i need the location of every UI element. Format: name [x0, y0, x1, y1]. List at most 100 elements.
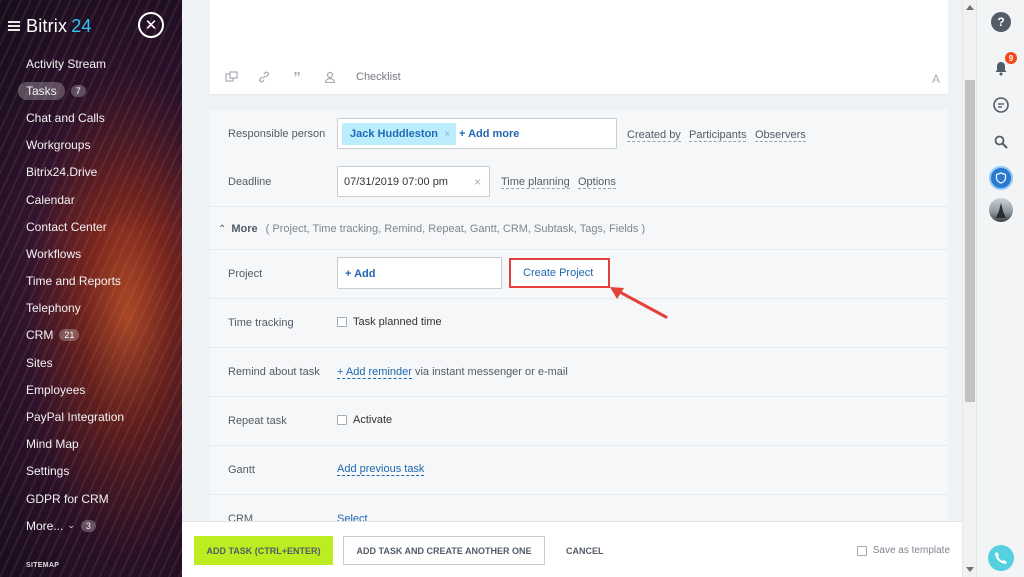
- add-reminder-link[interactable]: + Add reminder: [337, 366, 412, 379]
- time-planning-link[interactable]: Time planning: [501, 176, 570, 189]
- cancel-button[interactable]: CANCEL: [566, 546, 604, 556]
- add-more-button[interactable]: + Add more: [459, 128, 519, 140]
- project-field[interactable]: + Add: [337, 257, 502, 289]
- add-task-button[interactable]: ADD TASK (CTRL+ENTER): [194, 536, 333, 565]
- editor-toolbar: ” Checklist A: [210, 62, 948, 92]
- more-title[interactable]: More: [231, 223, 257, 235]
- deadline-field[interactable]: 07/31/2019 07:00 pm ×: [337, 166, 490, 197]
- checklist-button[interactable]: Checklist: [356, 71, 401, 83]
- annotation-arrow-icon: [610, 287, 668, 319]
- repeat-checkbox[interactable]: Activate: [337, 414, 392, 426]
- font-format-button[interactable]: A: [932, 72, 940, 86]
- responsible-row: Responsible person Jack Huddleston × + Ad…: [210, 110, 948, 158]
- help-icon[interactable]: ?: [991, 12, 1011, 32]
- close-icon[interactable]: ✕: [138, 12, 164, 38]
- responsible-name: Jack Huddleston: [350, 128, 439, 140]
- notifications-icon[interactable]: 9: [989, 52, 1017, 80]
- sidebar-item-label: Mind Map: [26, 437, 79, 452]
- sidebar-item-more[interactable]: More... ⌄ 3: [0, 512, 182, 539]
- phone-icon[interactable]: [988, 545, 1014, 571]
- logo-number: 24: [71, 15, 92, 36]
- sidebar-counter: 21: [59, 329, 80, 342]
- sidebar-item-contact-center[interactable]: Contact Center: [0, 213, 182, 240]
- scroll-up-icon[interactable]: [966, 5, 974, 10]
- menu-icon[interactable]: [8, 21, 20, 31]
- responsible-tag[interactable]: Jack Huddleston ×: [342, 123, 457, 145]
- more-row[interactable]: ⌃ More ( Project, Time tracking, Remind,…: [210, 214, 948, 244]
- shield-icon[interactable]: [989, 166, 1013, 190]
- logo[interactable]: Bitrix 24: [26, 16, 92, 37]
- sidebar-item-crm[interactable]: CRM 21: [0, 322, 182, 349]
- sidebar-item-time-reports[interactable]: Time and Reports: [0, 268, 182, 295]
- clear-icon[interactable]: ×: [474, 175, 481, 189]
- remove-icon[interactable]: ×: [444, 129, 450, 140]
- sidebar-item-label: Sites: [26, 355, 53, 370]
- sidebar-item-sites[interactable]: Sites: [0, 349, 182, 376]
- task-form: Responsible person Jack Huddleston × + Ad…: [210, 110, 948, 577]
- observers-link[interactable]: Observers: [755, 129, 806, 142]
- sidebar-item-label: Telephony: [26, 301, 81, 316]
- responsible-field[interactable]: Jack Huddleston × + Add more: [337, 118, 617, 149]
- scrollbar[interactable]: [962, 0, 976, 577]
- deadline-row: Deadline 07/31/2019 07:00 pm × Time plan…: [210, 158, 948, 206]
- sidebar-item-label: Activity Stream: [26, 56, 107, 71]
- search-icon[interactable]: [989, 130, 1013, 154]
- sidebar-item-settings[interactable]: Settings: [0, 458, 182, 485]
- sidebar-item-activity-stream[interactable]: Activity Stream: [0, 50, 182, 77]
- avatar[interactable]: [989, 198, 1013, 222]
- sidebar-item-gdpr[interactable]: GDPR for CRM: [0, 485, 182, 512]
- sidebar-item-label: Chat and Calls: [26, 110, 105, 125]
- sidebar-item-drive[interactable]: Bitrix24.Drive: [0, 159, 182, 186]
- sidebar-menu: Activity Stream Tasks 7 Chat and Calls Wo…: [0, 50, 182, 539]
- sidebar-item-calendar[interactable]: Calendar: [0, 186, 182, 213]
- sidebar-item-workgroups[interactable]: Workgroups: [0, 132, 182, 159]
- chevron-up-icon[interactable]: ⌃: [218, 224, 226, 235]
- mention-icon[interactable]: [323, 70, 337, 84]
- save-template-option[interactable]: Save as template: [856, 545, 950, 556]
- attach-icon[interactable]: [224, 70, 238, 84]
- project-row: Project + Add Create Project: [210, 249, 948, 298]
- logo-text: Bitrix: [26, 15, 68, 36]
- scroll-thumb[interactable]: [965, 80, 975, 402]
- sitemap-label[interactable]: SITEMAP: [26, 562, 59, 569]
- sidebar-item-paypal[interactable]: PayPal Integration: [0, 403, 182, 430]
- quote-icon[interactable]: ”: [290, 69, 304, 86]
- create-project-link[interactable]: Create Project: [523, 267, 593, 279]
- sidebar-item-workflows[interactable]: Workflows: [0, 240, 182, 267]
- sidebar-item-chat[interactable]: Chat and Calls: [0, 104, 182, 131]
- more-list: ( Project, Time tracking, Remind, Repeat…: [265, 223, 646, 235]
- sidebar-item-telephony[interactable]: Telephony: [0, 295, 182, 322]
- checkbox[interactable]: [337, 415, 347, 426]
- time-tracking-row: Time tracking Task planned time: [210, 298, 948, 347]
- link-icon[interactable]: [257, 70, 271, 84]
- main-content: ” Checklist A Responsible person Jack Hu…: [182, 0, 962, 577]
- remind-row: Remind about task + Add reminder via ins…: [210, 347, 948, 396]
- sidebar-item-label: More...: [26, 518, 64, 533]
- sidebar-item-label: Settings: [26, 464, 70, 479]
- gantt-row: Gantt Add previous task: [210, 445, 948, 494]
- scroll-down-icon[interactable]: [966, 567, 974, 572]
- participants-link[interactable]: Participants: [689, 129, 747, 142]
- sidebar-item-label: Calendar: [26, 192, 75, 207]
- checkbox[interactable]: [337, 317, 347, 328]
- sidebar-item-tasks[interactable]: Tasks 7: [0, 77, 182, 104]
- notification-badge: 9: [1005, 52, 1017, 64]
- time-tracking-checkbox[interactable]: Task planned time: [337, 316, 442, 328]
- sidebar-item-label: PayPal Integration: [26, 410, 125, 425]
- remind-field: + Add reminder via instant messenger or …: [337, 366, 568, 379]
- task-editor[interactable]: ” Checklist A: [210, 0, 948, 95]
- options-link[interactable]: Options: [578, 176, 616, 189]
- sidebar-item-label: Time and Reports: [26, 274, 121, 289]
- add-project-button[interactable]: + Add: [345, 268, 375, 280]
- remind-label: Remind about task: [228, 366, 320, 378]
- sidebar-item-mind-map[interactable]: Mind Map: [0, 431, 182, 458]
- sidebar-item-employees[interactable]: Employees: [0, 376, 182, 403]
- sidebar-item-label: Employees: [26, 382, 86, 397]
- add-previous-task-link[interactable]: Add previous task: [337, 463, 425, 476]
- gantt-label: Gantt: [228, 464, 255, 476]
- chat-icon[interactable]: [989, 93, 1013, 117]
- add-another-task-button[interactable]: ADD TASK AND CREATE ANOTHER ONE: [343, 536, 545, 565]
- left-sidebar: Bitrix 24 ✕ Activity Stream Tasks 7 Chat a…: [0, 0, 182, 577]
- checkbox[interactable]: [856, 545, 867, 556]
- created-by-link[interactable]: Created by: [627, 129, 681, 142]
